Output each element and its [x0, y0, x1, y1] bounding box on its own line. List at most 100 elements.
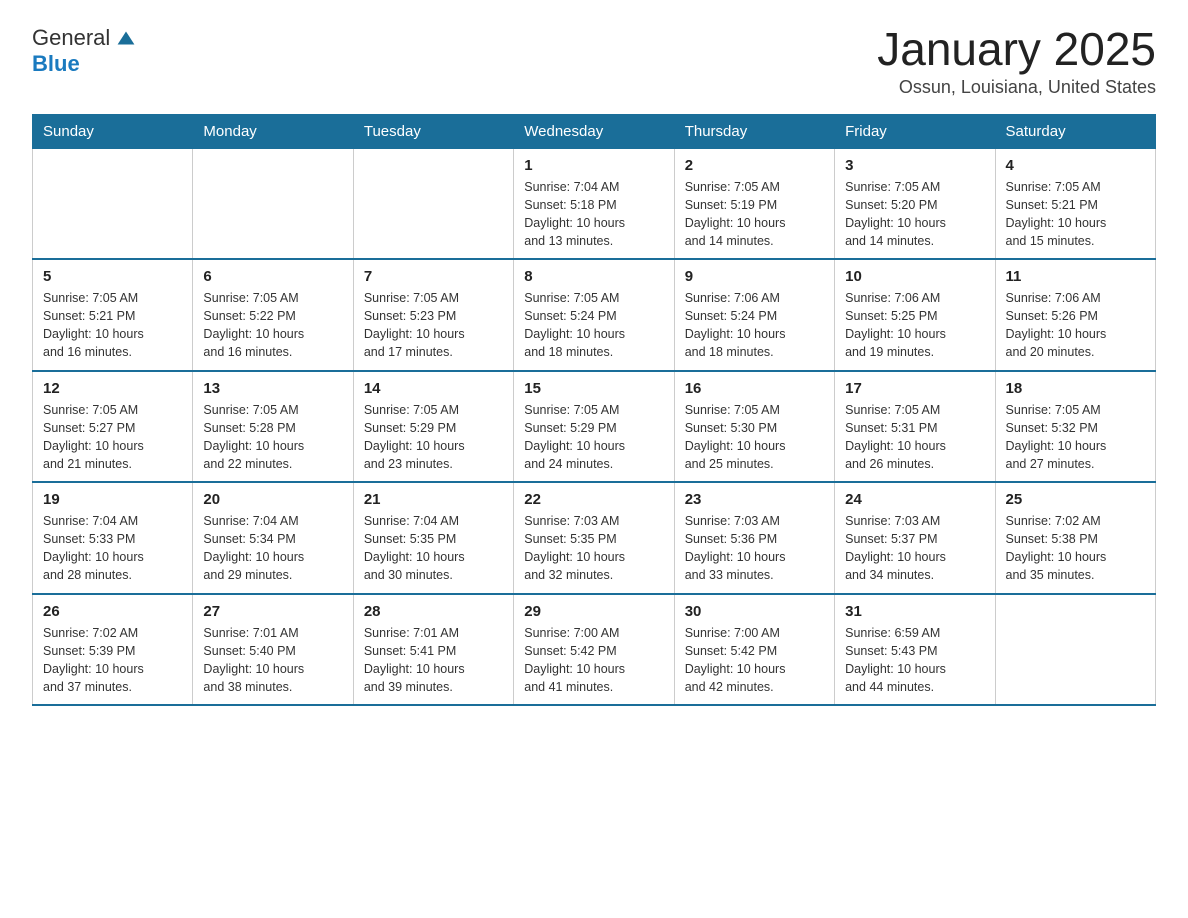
- day-number: 22: [524, 491, 663, 508]
- day-number: 27: [203, 603, 342, 620]
- month-title: January 2025: [877, 24, 1156, 75]
- title-block: January 2025 Ossun, Louisiana, United St…: [877, 24, 1156, 98]
- calendar-cell: 20 Sunrise: 7:04 AMSunset: 5:34 PMDayligh…: [193, 482, 353, 594]
- day-number: 2: [685, 157, 824, 174]
- calendar-cell: [353, 148, 513, 259]
- day-info: Sunrise: 7:05 AMSunset: 5:30 PMDaylight:…: [685, 401, 824, 474]
- calendar-week-row: 5 Sunrise: 7:05 AMSunset: 5:21 PMDaylight…: [33, 259, 1156, 371]
- calendar-cell: 5 Sunrise: 7:05 AMSunset: 5:21 PMDaylight…: [33, 259, 193, 371]
- calendar-cell: 17 Sunrise: 7:05 AMSunset: 5:31 PMDayligh…: [835, 371, 995, 483]
- day-info: Sunrise: 7:05 AMSunset: 5:21 PMDaylight:…: [43, 289, 182, 362]
- day-info: Sunrise: 7:03 AMSunset: 5:37 PMDaylight:…: [845, 512, 984, 585]
- day-info: Sunrise: 7:04 AMSunset: 5:34 PMDaylight:…: [203, 512, 342, 585]
- day-info: Sunrise: 7:04 AMSunset: 5:18 PMDaylight:…: [524, 178, 663, 251]
- weekday-header-wednesday: Wednesday: [514, 114, 674, 148]
- logo-text-blue: Blue: [32, 51, 80, 76]
- calendar-cell: [33, 148, 193, 259]
- logo-text-general: General: [32, 26, 110, 50]
- day-number: 15: [524, 380, 663, 397]
- day-number: 12: [43, 380, 182, 397]
- calendar-cell: 4Sunrise: 7:05 AMSunset: 5:21 PMDaylight…: [995, 148, 1155, 259]
- day-number: 5: [43, 268, 182, 285]
- day-number: 24: [845, 491, 984, 508]
- calendar-cell: 31 Sunrise: 6:59 AMSunset: 5:43 PMDayligh…: [835, 594, 995, 706]
- day-info: Sunrise: 7:00 AMSunset: 5:42 PMDaylight:…: [685, 624, 824, 697]
- day-number: 7: [364, 268, 503, 285]
- calendar-cell: 18 Sunrise: 7:05 AMSunset: 5:32 PMDayligh…: [995, 371, 1155, 483]
- calendar-cell: 30 Sunrise: 7:00 AMSunset: 5:42 PMDayligh…: [674, 594, 834, 706]
- day-info: Sunrise: 7:04 AMSunset: 5:35 PMDaylight:…: [364, 512, 503, 585]
- day-info: Sunrise: 7:02 AMSunset: 5:39 PMDaylight:…: [43, 624, 182, 697]
- logo-triangle-icon: [112, 24, 140, 52]
- day-number: 30: [685, 603, 824, 620]
- calendar-cell: 13 Sunrise: 7:05 AMSunset: 5:28 PMDayligh…: [193, 371, 353, 483]
- day-info: Sunrise: 7:02 AMSunset: 5:38 PMDaylight:…: [1006, 512, 1145, 585]
- day-number: 26: [43, 603, 182, 620]
- calendar-cell: 1 Sunrise: 7:04 AMSunset: 5:18 PMDaylight…: [514, 148, 674, 259]
- day-info: Sunrise: 7:05 AMSunset: 5:27 PMDaylight:…: [43, 401, 182, 474]
- day-number: 6: [203, 268, 342, 285]
- calendar-cell: 15 Sunrise: 7:05 AMSunset: 5:29 PMDayligh…: [514, 371, 674, 483]
- day-info: Sunrise: 7:06 AMSunset: 5:24 PMDaylight:…: [685, 289, 824, 362]
- day-number: 31: [845, 603, 984, 620]
- day-info: Sunrise: 7:03 AMSunset: 5:35 PMDaylight:…: [524, 512, 663, 585]
- calendar-week-row: 12 Sunrise: 7:05 AMSunset: 5:27 PMDayligh…: [33, 371, 1156, 483]
- day-number: 16: [685, 380, 824, 397]
- logo: General Blue: [32, 24, 140, 76]
- day-info: Sunrise: 6:59 AMSunset: 5:43 PMDaylight:…: [845, 624, 984, 697]
- weekday-header-tuesday: Tuesday: [353, 114, 513, 148]
- day-info: Sunrise: 7:05 AMSunset: 5:20 PMDaylight:…: [845, 178, 984, 251]
- day-number: 21: [364, 491, 503, 508]
- page-header: General Blue January 2025 Ossun, Louisia…: [32, 24, 1156, 98]
- calendar-cell: [193, 148, 353, 259]
- calendar-header-row: SundayMondayTuesdayWednesdayThursdayFrid…: [33, 114, 1156, 148]
- day-number: 29: [524, 603, 663, 620]
- calendar-cell: 22 Sunrise: 7:03 AMSunset: 5:35 PMDayligh…: [514, 482, 674, 594]
- day-info: Sunrise: 7:06 AMSunset: 5:26 PMDaylight:…: [1006, 289, 1145, 362]
- calendar-cell: 10Sunrise: 7:06 AMSunset: 5:25 PMDayligh…: [835, 259, 995, 371]
- calendar-cell: [995, 594, 1155, 706]
- calendar-cell: 2Sunrise: 7:05 AMSunset: 5:19 PMDaylight…: [674, 148, 834, 259]
- day-number: 3: [845, 157, 984, 174]
- calendar-cell: 26 Sunrise: 7:02 AMSunset: 5:39 PMDayligh…: [33, 594, 193, 706]
- day-info: Sunrise: 7:01 AMSunset: 5:41 PMDaylight:…: [364, 624, 503, 697]
- day-number: 17: [845, 380, 984, 397]
- calendar-cell: 12 Sunrise: 7:05 AMSunset: 5:27 PMDayligh…: [33, 371, 193, 483]
- day-number: 18: [1006, 380, 1145, 397]
- weekday-header-sunday: Sunday: [33, 114, 193, 148]
- calendar-cell: 9Sunrise: 7:06 AMSunset: 5:24 PMDaylight…: [674, 259, 834, 371]
- calendar-week-row: 19Sunrise: 7:04 AMSunset: 5:33 PMDayligh…: [33, 482, 1156, 594]
- day-number: 28: [364, 603, 503, 620]
- day-number: 14: [364, 380, 503, 397]
- day-number: 4: [1006, 157, 1145, 174]
- calendar-week-row: 1 Sunrise: 7:04 AMSunset: 5:18 PMDaylight…: [33, 148, 1156, 259]
- day-info: Sunrise: 7:05 AMSunset: 5:32 PMDaylight:…: [1006, 401, 1145, 474]
- day-number: 11: [1006, 268, 1145, 285]
- day-number: 20: [203, 491, 342, 508]
- day-info: Sunrise: 7:05 AMSunset: 5:23 PMDaylight:…: [364, 289, 503, 362]
- calendar-cell: 21 Sunrise: 7:04 AMSunset: 5:35 PMDayligh…: [353, 482, 513, 594]
- day-info: Sunrise: 7:04 AMSunset: 5:33 PMDaylight:…: [43, 512, 182, 585]
- weekday-header-saturday: Saturday: [995, 114, 1155, 148]
- location: Ossun, Louisiana, United States: [877, 77, 1156, 98]
- day-info: Sunrise: 7:03 AMSunset: 5:36 PMDaylight:…: [685, 512, 824, 585]
- calendar-cell: 23Sunrise: 7:03 AMSunset: 5:36 PMDayligh…: [674, 482, 834, 594]
- calendar-cell: 19Sunrise: 7:04 AMSunset: 5:33 PMDayligh…: [33, 482, 193, 594]
- calendar-cell: 8Sunrise: 7:05 AMSunset: 5:24 PMDaylight…: [514, 259, 674, 371]
- weekday-header-thursday: Thursday: [674, 114, 834, 148]
- calendar-cell: 24 Sunrise: 7:03 AMSunset: 5:37 PMDayligh…: [835, 482, 995, 594]
- calendar-cell: 3 Sunrise: 7:05 AMSunset: 5:20 PMDaylight…: [835, 148, 995, 259]
- day-info: Sunrise: 7:05 AMSunset: 5:29 PMDaylight:…: [524, 401, 663, 474]
- calendar-table: SundayMondayTuesdayWednesdayThursdayFrid…: [32, 114, 1156, 707]
- calendar-cell: 6 Sunrise: 7:05 AMSunset: 5:22 PMDaylight…: [193, 259, 353, 371]
- weekday-header-monday: Monday: [193, 114, 353, 148]
- day-number: 1: [524, 157, 663, 174]
- day-info: Sunrise: 7:06 AMSunset: 5:25 PMDaylight:…: [845, 289, 984, 362]
- day-info: Sunrise: 7:05 AMSunset: 5:22 PMDaylight:…: [203, 289, 342, 362]
- day-info: Sunrise: 7:05 AMSunset: 5:29 PMDaylight:…: [364, 401, 503, 474]
- calendar-cell: 28 Sunrise: 7:01 AMSunset: 5:41 PMDayligh…: [353, 594, 513, 706]
- day-info: Sunrise: 7:05 AMSunset: 5:28 PMDaylight:…: [203, 401, 342, 474]
- day-number: 13: [203, 380, 342, 397]
- day-info: Sunrise: 7:05 AMSunset: 5:31 PMDaylight:…: [845, 401, 984, 474]
- day-info: Sunrise: 7:00 AMSunset: 5:42 PMDaylight:…: [524, 624, 663, 697]
